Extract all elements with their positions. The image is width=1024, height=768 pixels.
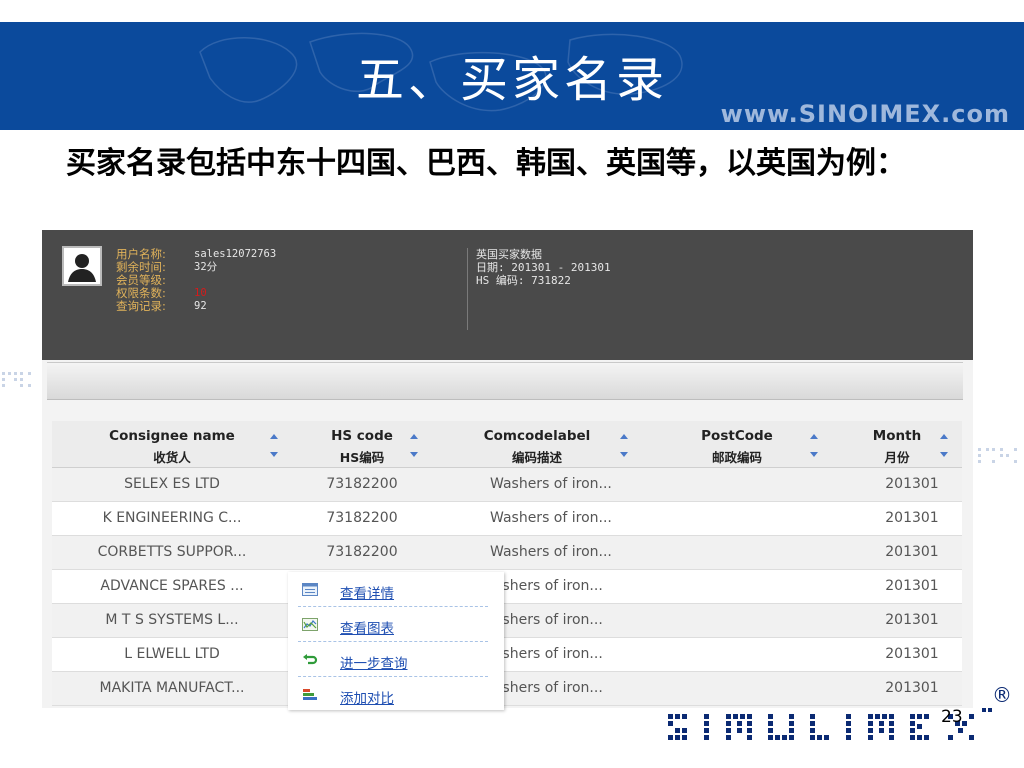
account-info-panel: 用户名称: sales12072763 剩余时间: 32分 会员等级: 权限条数…	[42, 230, 973, 360]
cell-month: 201301	[885, 578, 939, 594]
column-header-hs-code[interactable]: HS code HS编码	[292, 421, 432, 467]
cell-month: 201301	[885, 646, 939, 662]
cell-hs-code: 73182200	[326, 476, 398, 492]
menu-item-label: 查看图表	[340, 621, 394, 637]
cell-month: 201301	[885, 510, 939, 526]
cell-consignee: CORBETTS SUPPOR...	[97, 544, 247, 560]
compare-icon	[303, 689, 317, 700]
details-icon	[302, 583, 318, 596]
info-label: 查询记录:	[116, 299, 166, 313]
intro-text: 买家名录包括中东十四国、巴西、韩国、英国等，以英国为例：	[66, 146, 906, 181]
table-row[interactable]: CORBETTS SUPPOR... 73182200 Washers of i…	[52, 536, 962, 570]
cell-postcode	[642, 502, 832, 535]
table-row[interactable]: MAKITA MANUFACT... 'ashers of iron... 20…	[52, 672, 962, 706]
cell-postcode	[642, 536, 832, 569]
column-title-zh: 收货人	[153, 450, 191, 465]
sort-ascending-icon[interactable]	[940, 434, 948, 439]
cell-month: 201301	[885, 544, 939, 560]
cell-consignee: M T S SYSTEMS L...	[105, 612, 239, 628]
cell-month: 201301	[885, 680, 939, 696]
sort-descending-icon[interactable]	[940, 452, 948, 457]
row-context-menu: 查看详情 查看图表 进一步查询 添加对比	[288, 572, 504, 710]
column-title-en: PostCode	[701, 428, 773, 444]
table-row[interactable]: M T S SYSTEMS L... 'ashers of iron... 20…	[52, 604, 962, 638]
registered-mark: ®	[992, 683, 1012, 707]
sort-ascending-icon[interactable]	[410, 434, 418, 439]
account-details: 用户名称: sales12072763 剩余时间: 32分 会员等级: 权限条数…	[116, 248, 276, 313]
website-url: www.SINOIMEX.com	[720, 100, 1010, 128]
menu-item-label: 查看详情	[340, 586, 394, 602]
info-row-query-records: 查询记录: 92	[116, 300, 276, 313]
cell-consignee: MAKITA MANUFACT...	[99, 680, 245, 696]
sort-ascending-icon[interactable]	[620, 434, 628, 439]
page-number: 23	[941, 707, 963, 727]
sort-ascending-icon[interactable]	[810, 434, 818, 439]
sort-descending-icon[interactable]	[620, 452, 628, 457]
cell-consignee: ADVANCE SPARES ...	[100, 578, 244, 594]
cell-hs-code: 73182200	[326, 544, 398, 560]
column-header-consignee[interactable]: Consignee name 收货人	[52, 421, 292, 467]
cell-month: 201301	[885, 612, 939, 628]
dataset-info: 英国买家数据 日期: 201301 - 201301 HS 编码: 731822	[476, 248, 611, 287]
table-row[interactable]: ADVANCE SPARES ... 'ashers of iron... 20…	[52, 570, 962, 604]
table-row[interactable]: SELEX ES LTD 73182200 Washers of iron...…	[52, 468, 962, 502]
logo-fragment-decoration	[2, 372, 31, 387]
cell-postcode	[642, 604, 832, 637]
column-title-zh: 编码描述	[511, 450, 562, 465]
column-title-en: Comcodelabel	[483, 428, 591, 444]
column-header-comcodelabel[interactable]: Comcodelabel 编码描述	[432, 421, 642, 467]
table-row[interactable]: K ENGINEERING C... 73182200 Washers of i…	[52, 502, 962, 536]
cell-postcode	[642, 570, 832, 603]
cell-hs-code: 73182200	[326, 510, 398, 526]
cell-consignee: L ELWELL LTD	[124, 646, 220, 662]
logo-fragment-decoration	[978, 448, 1017, 463]
cell-comcodelabel: Washers of iron...	[490, 510, 612, 526]
info-value: 32分	[194, 261, 218, 273]
dataset-hs-code: HS 编码: 731822	[476, 274, 571, 287]
cell-consignee: SELEX ES LTD	[124, 476, 220, 492]
chart-icon	[302, 618, 318, 631]
menu-item-refine-search[interactable]: 进一步查询	[298, 642, 488, 677]
info-value: sales12072763	[194, 248, 277, 260]
avatar	[62, 246, 102, 286]
table-header: Consignee name 收货人 HS code HS编码 Comcodel…	[52, 421, 962, 468]
user-icon	[68, 254, 96, 282]
cell-comcodelabel: Washers of iron...	[490, 476, 612, 492]
sort-descending-icon[interactable]	[810, 452, 818, 457]
info-value: 10	[194, 287, 207, 299]
buyer-table: Consignee name 收货人 HS code HS编码 Comcodel…	[52, 421, 962, 706]
cell-comcodelabel: Washers of iron...	[490, 544, 612, 560]
info-value: 92	[194, 300, 207, 312]
cell-postcode	[642, 638, 832, 671]
divider	[467, 248, 468, 330]
cell-postcode	[642, 468, 832, 501]
buyer-directory-screenshot: 用户名称: sales12072763 剩余时间: 32分 会员等级: 权限条数…	[42, 230, 973, 708]
dataset-title: 英国买家数据	[476, 248, 542, 261]
toolbar-strip	[47, 362, 963, 400]
column-header-month[interactable]: Month 月份	[832, 421, 962, 467]
column-title-zh: 邮政编码	[711, 450, 762, 465]
sort-descending-icon[interactable]	[410, 452, 418, 457]
menu-item-label: 进一步查询	[340, 656, 408, 672]
cell-postcode	[642, 672, 832, 705]
menu-item-view-details[interactable]: 查看详情	[298, 572, 488, 607]
column-title-en: Consignee name	[109, 428, 235, 444]
menu-item-label: 添加对比	[340, 691, 394, 707]
menu-item-view-chart[interactable]: 查看图表	[298, 607, 488, 642]
sort-descending-icon[interactable]	[270, 452, 278, 457]
column-header-postcode[interactable]: PostCode 邮政编码	[642, 421, 832, 467]
menu-item-add-compare[interactable]: 添加对比	[298, 677, 488, 711]
table-row[interactable]: L ELWELL LTD 'ashers of iron... 201301	[52, 638, 962, 672]
sort-ascending-icon[interactable]	[270, 434, 278, 439]
cell-consignee: K ENGINEERING C...	[102, 510, 242, 526]
dataset-date-range: 日期: 201301 - 201301	[476, 261, 611, 274]
slide-header: 五、买家名录 www.SINOIMEX.com	[0, 22, 1024, 130]
refine-search-icon	[303, 654, 318, 665]
cell-month: 201301	[885, 476, 939, 492]
